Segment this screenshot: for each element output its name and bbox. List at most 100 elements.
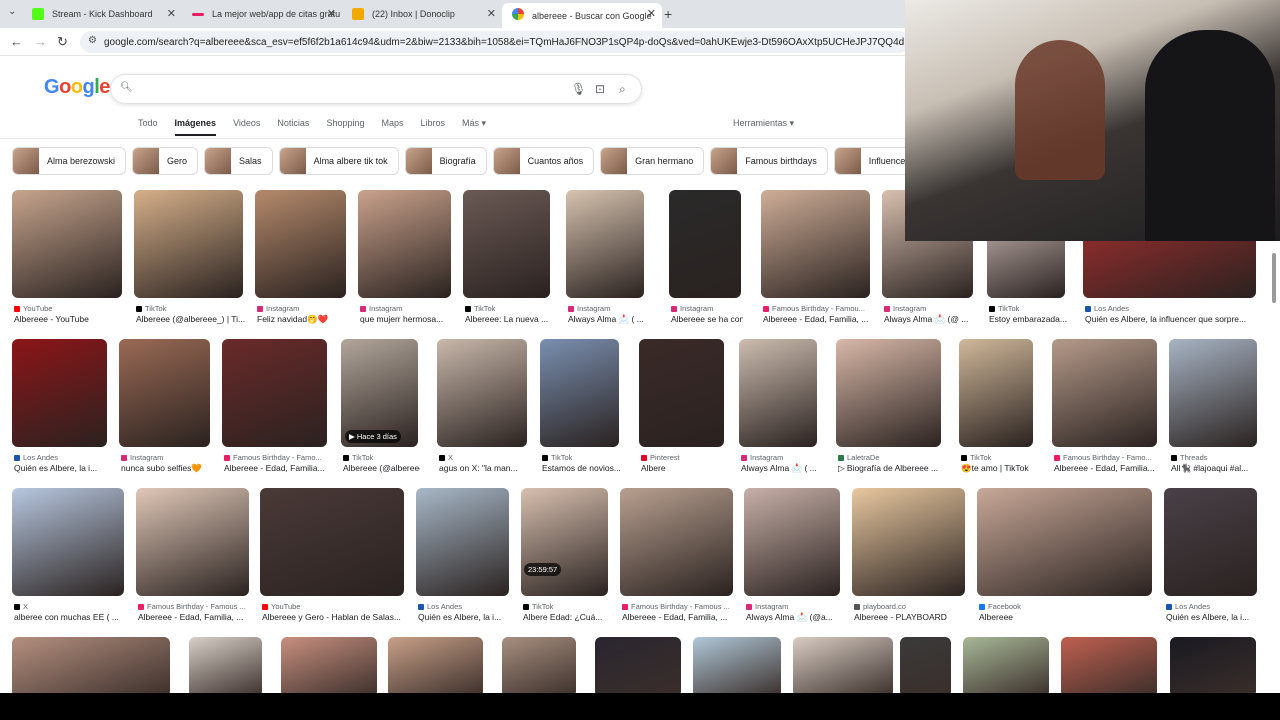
result-title[interactable]: nunca subo selfies🧡 (121, 463, 212, 474)
result-thumbnail[interactable] (669, 190, 741, 298)
filter-shopping[interactable]: Shopping (326, 118, 364, 136)
result-thumbnail[interactable] (1164, 488, 1257, 596)
filter-videos[interactable]: Videos (233, 118, 260, 136)
result-title[interactable]: Quién es Albere, la i... (1166, 612, 1259, 622)
result-title[interactable]: Albereee (979, 612, 1154, 622)
result-thumbnail[interactable] (1170, 637, 1256, 693)
result-thumbnail[interactable] (437, 339, 527, 447)
result-thumbnail[interactable] (119, 339, 210, 447)
tab-kick[interactable]: Stream - Kick Dashboard ✕ (22, 3, 182, 25)
page-scrollbar[interactable] (1270, 245, 1278, 685)
result-title[interactable]: Albereee - Edad, Familia, ... (763, 314, 872, 324)
close-icon[interactable]: ✕ (487, 7, 496, 20)
result-thumbnail[interactable] (761, 190, 870, 298)
result-thumbnail[interactable] (900, 637, 951, 693)
result-title[interactable]: Always Alma 📩 (@a... (746, 612, 842, 623)
result-title[interactable]: Estamos de novios... (542, 463, 621, 473)
result-title[interactable]: Albereee - Edad, Familia... (224, 463, 329, 473)
address-bar[interactable]: ⚙ google.com/search?q=albereee&sca_esv=e… (80, 31, 910, 53)
result-title[interactable]: ▷ Biografía de Albereee ... (838, 463, 943, 474)
filter-libros[interactable]: Libros (421, 118, 446, 136)
filter-maps[interactable]: Maps (381, 118, 403, 136)
result-title[interactable]: que mujerr hermosa... (360, 314, 453, 324)
result-thumbnail[interactable] (136, 488, 249, 596)
result-title[interactable]: Albereee (@albereee_) | Ti... (136, 314, 245, 324)
mic-icon[interactable]: 🎙︎ (571, 82, 586, 96)
tab-donoclip[interactable]: (22) Inbox | Donoclip ✕ (342, 3, 502, 25)
result-title[interactable]: Albereee - PLAYBOARD (854, 612, 967, 622)
result-thumbnail[interactable] (12, 637, 170, 693)
result-title[interactable]: Estoy embarazada... (989, 314, 1067, 324)
chip[interactable]: Biografía (404, 147, 487, 175)
tab-google-search[interactable]: albereee - Buscar con Google ✕ (502, 3, 662, 28)
result-title[interactable]: Albereee - YouTube (14, 314, 124, 324)
result-thumbnail[interactable] (977, 488, 1152, 596)
filter-mas[interactable]: Más ▾ (462, 118, 486, 136)
result-thumbnail[interactable] (620, 488, 733, 596)
site-settings-icon[interactable]: ⚙ (88, 35, 97, 46)
result-thumbnail[interactable] (566, 190, 644, 298)
result-title[interactable]: Albereee se ha con... (671, 314, 743, 324)
result-thumbnail[interactable] (189, 637, 262, 693)
chip[interactable]: Famous birthdays (710, 147, 828, 175)
result-thumbnail[interactable] (134, 190, 243, 298)
tab-citas[interactable]: La mejor web/app de citas gratu ✕ (182, 3, 342, 25)
result-thumbnail[interactable] (12, 190, 122, 298)
result-thumbnail[interactable] (963, 637, 1049, 693)
result-title[interactable]: agus on X: "la man... (439, 463, 529, 473)
google-logo[interactable]: Google (44, 76, 110, 99)
result-title[interactable]: alberee con muchas EE ( ... (14, 612, 126, 622)
result-thumbnail[interactable] (1061, 637, 1157, 693)
result-thumbnail[interactable] (388, 637, 483, 693)
result-title[interactable]: Albereee - Edad, Familia... (1054, 463, 1159, 473)
result-thumbnail[interactable] (12, 488, 124, 596)
result-title[interactable]: Albereee - Edad, Familia, ... (138, 612, 251, 622)
result-thumbnail[interactable] (463, 190, 550, 298)
filter-noticias[interactable]: Noticias (277, 118, 309, 136)
new-tab-icon[interactable]: + (664, 6, 672, 22)
camera-icon[interactable]: ⊡ (595, 82, 605, 96)
search-submit-icon[interactable]: ⌕ (619, 82, 626, 97)
result-title[interactable]: Albereee (@albereee... (343, 463, 420, 473)
result-thumbnail[interactable] (222, 339, 327, 447)
scrollbar-thumb[interactable] (1272, 253, 1276, 303)
result-thumbnail[interactable] (502, 637, 576, 693)
result-title[interactable]: Albere Edad: ¿Cuá... (523, 612, 610, 622)
filter-todo[interactable]: Todo (138, 118, 158, 136)
result-thumbnail[interactable] (836, 339, 941, 447)
result-thumbnail[interactable] (852, 488, 965, 596)
reload-icon[interactable]: ↻ (57, 34, 68, 50)
result-thumbnail[interactable] (693, 637, 781, 693)
result-thumbnail[interactable] (1169, 339, 1257, 447)
result-thumbnail[interactable] (744, 488, 840, 596)
result-title[interactable]: Quién es Albere, la i... (418, 612, 511, 622)
filter-imagenes[interactable]: Imágenes (174, 118, 217, 136)
result-thumbnail[interactable] (260, 488, 404, 596)
result-thumbnail[interactable] (639, 339, 724, 447)
chip[interactable]: Gran hermano (600, 147, 705, 175)
forward-icon[interactable]: → (34, 34, 47, 49)
result-thumbnail[interactable] (255, 190, 346, 298)
result-title[interactable]: 😍te amo | TikTok (961, 463, 1035, 474)
tools-button[interactable]: Herramientas ▾ (733, 118, 794, 129)
result-title[interactable]: Always Alma 📩 ( ... (568, 314, 646, 325)
chip[interactable]: Alma berezowski (12, 147, 127, 175)
close-icon[interactable]: ✕ (327, 7, 336, 20)
result-thumbnail[interactable] (281, 637, 377, 693)
close-icon[interactable]: ✕ (647, 7, 656, 20)
result-title[interactable]: Feliz navidad🤭❤️ (257, 314, 348, 325)
result-thumbnail[interactable] (416, 488, 509, 596)
result-thumbnail[interactable] (12, 339, 107, 447)
result-thumbnail[interactable] (595, 637, 681, 693)
result-thumbnail[interactable] (521, 488, 608, 596)
result-title[interactable]: Albereee - Edad, Familia, ... (622, 612, 735, 622)
result-thumbnail[interactable] (540, 339, 619, 447)
result-thumbnail[interactable] (793, 637, 893, 693)
search-input[interactable] (139, 81, 559, 99)
result-title[interactable]: Always Alma 📩 ( ... (741, 463, 819, 474)
result-thumbnail[interactable] (739, 339, 817, 447)
result-title[interactable]: Quién es Albere, la influencer que sorpr… (1085, 314, 1258, 324)
back-icon[interactable]: ← (10, 34, 23, 49)
result-title[interactable]: Albereee: La nueva ... (465, 314, 552, 324)
result-title[interactable]: Albereee y Gero - Hablan de Salas... (262, 612, 406, 622)
